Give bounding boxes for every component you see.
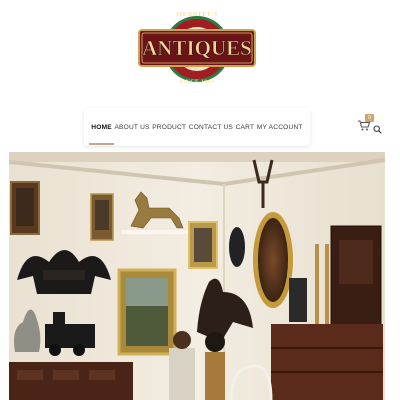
nav-contact-us[interactable]: CONTACT US <box>189 118 233 137</box>
nav-home[interactable]: HOME <box>89 118 114 145</box>
site-logo[interactable]: MERRITT'S SINCE 1960 ANTIQUES <box>138 2 256 96</box>
nav-product[interactable]: PRODUCT <box>152 118 186 137</box>
search-icon <box>373 125 382 134</box>
logo-word: ANTIQUES <box>142 36 252 60</box>
main-nav: HOME ABOUT US PRODUCT CONTACT US CART MY… <box>84 108 310 146</box>
cart-button[interactable]: 0 <box>357 114 374 132</box>
nav-about-us[interactable]: ABOUT US <box>114 118 149 137</box>
nav-cart[interactable]: CART <box>236 118 255 137</box>
antique-room-photo <box>9 152 385 400</box>
logo-emblem: MERRITT'S SINCE 1960 ANTIQUES <box>138 11 256 85</box>
logo-arc-top: MERRITT'S <box>176 11 218 18</box>
logo-arc-bottom: SINCE 1960 <box>179 79 214 85</box>
hero-image <box>9 152 385 400</box>
nav-my-account[interactable]: MY ACCOUNT <box>257 118 303 137</box>
search-button[interactable] <box>373 121 382 134</box>
